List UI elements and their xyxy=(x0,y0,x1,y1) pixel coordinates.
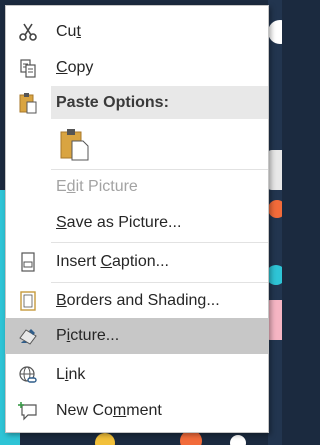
paste-picture-button[interactable] xyxy=(56,127,92,161)
edit-picture-label: Edit Picture xyxy=(56,178,138,195)
format-picture-icon xyxy=(19,329,37,345)
menu-item-save-as-picture[interactable]: Save as Picture... xyxy=(6,205,268,241)
menu-item-insert-caption[interactable]: Insert Caption... xyxy=(6,244,268,280)
new-comment-label: New Comment xyxy=(56,402,162,419)
menu-item-borders-and-shading[interactable]: Borders and Shading... xyxy=(6,283,268,319)
paste-picture-icon xyxy=(60,129,89,161)
scissors-icon xyxy=(19,23,37,41)
insert-caption-label: Insert Caption... xyxy=(56,253,169,270)
save-as-picture-label: Save as Picture... xyxy=(56,214,182,231)
cut-label: Cut xyxy=(56,23,81,40)
menu-item-edit-picture[interactable]: Edit Picture xyxy=(6,169,268,205)
copy-label: Copy xyxy=(56,59,94,76)
menu-item-copy[interactable]: Copy xyxy=(6,50,268,86)
context-menu: Cut Copy Paste Options: Edit Picture Sav… xyxy=(5,5,269,433)
copy-icon xyxy=(20,59,36,78)
page-border-icon xyxy=(20,291,36,311)
borders-and-shading-label: Borders and Shading... xyxy=(56,292,220,309)
menu-item-cut[interactable]: Cut xyxy=(6,14,268,50)
picture-label: Picture... xyxy=(56,327,120,344)
paste-options-header: Paste Options: xyxy=(51,86,268,119)
separator xyxy=(51,242,268,243)
menu-item-link[interactable]: Link xyxy=(6,357,268,393)
link-label: Link xyxy=(56,366,86,383)
new-comment-icon xyxy=(18,402,37,421)
caption-icon xyxy=(21,252,35,272)
clipboard-icon xyxy=(19,93,37,114)
menu-item-format-picture[interactable]: Picture... xyxy=(6,318,268,354)
globe-link-icon xyxy=(19,366,37,383)
paste-options-label: Paste Options: xyxy=(56,94,169,111)
menu-item-new-comment[interactable]: New Comment xyxy=(6,393,268,429)
